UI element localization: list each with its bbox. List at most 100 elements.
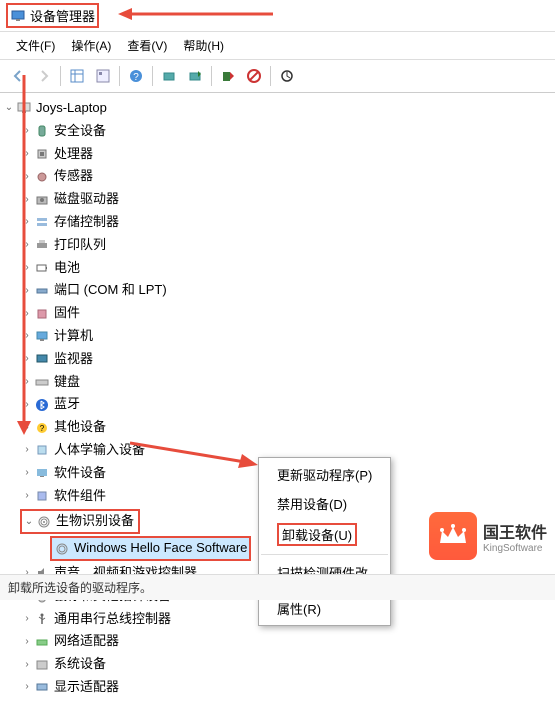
tree-category[interactable]: › 键盘: [2, 371, 553, 394]
menu-action[interactable]: 操作(A): [63, 34, 119, 57]
sysdev-icon: [34, 657, 50, 673]
device-manager-icon: [10, 8, 26, 24]
expander-icon[interactable]: ›: [20, 192, 34, 208]
category-label: 显示适配器: [54, 677, 119, 698]
menu-view[interactable]: 查看(V): [119, 34, 175, 57]
expander-icon[interactable]: ›: [20, 374, 34, 390]
tree-category[interactable]: ›? 其他设备: [2, 416, 553, 439]
expander-icon[interactable]: ⌄: [22, 514, 36, 530]
monitor-icon: [34, 328, 50, 344]
category-label: 系统设备: [54, 654, 106, 675]
category-label: 网络适配器: [54, 631, 119, 652]
gpu-icon: [34, 679, 50, 695]
tree-category[interactable]: ›计算机: [2, 325, 553, 348]
category-label: 安全设备: [54, 121, 106, 142]
expander-icon[interactable]: ›: [20, 306, 34, 322]
expander-icon[interactable]: ›: [20, 283, 34, 299]
context-update-driver[interactable]: 更新驱动程序(P): [259, 460, 390, 489]
watermark-text: 国王软件: [483, 519, 547, 543]
expander-icon[interactable]: ›: [20, 123, 34, 139]
root-label: Joys-Laptop: [36, 98, 107, 119]
category-label: 电池: [54, 258, 80, 279]
expander-icon[interactable]: ›: [20, 328, 34, 344]
category-label: 软件组件: [54, 486, 106, 507]
tree-category[interactable]: › 蓝牙: [2, 393, 553, 416]
expander-icon[interactable]: ›: [20, 657, 34, 673]
tree-category[interactable]: › 磁盘驱动器: [2, 188, 553, 211]
svg-text:?: ?: [40, 424, 45, 433]
title-highlight: 设备管理器: [6, 3, 99, 28]
context-uninstall-device[interactable]: 卸载设备(U): [259, 518, 390, 551]
options-button[interactable]: [275, 64, 299, 88]
expander-icon[interactable]: ›: [20, 260, 34, 276]
expander-icon[interactable]: ›: [20, 442, 34, 458]
tree-category[interactable]: ›传感器: [2, 165, 553, 188]
category-label: 处理器: [54, 144, 93, 165]
scan-button[interactable]: [157, 64, 181, 88]
softcomp-icon: [34, 488, 50, 504]
detail-view-icon[interactable]: [65, 64, 89, 88]
category-label: 其他设备: [54, 417, 106, 438]
tree-category[interactable]: › 端口 (COM 和 LPT): [2, 279, 553, 302]
category-label: 软件设备: [54, 463, 106, 484]
menu-file[interactable]: 文件(F): [8, 34, 63, 57]
uninstall-button[interactable]: [216, 64, 240, 88]
tree-category[interactable]: › 存储控制器: [2, 211, 553, 234]
category-label: 人体学输入设备: [54, 440, 145, 461]
titlebar: 设备管理器: [0, 0, 555, 32]
softdev-icon: [34, 465, 50, 481]
sensor-icon: [34, 169, 50, 185]
category-label: 端口 (COM 和 LPT): [54, 280, 167, 301]
biometric-label: 生物识别设备: [56, 511, 134, 532]
expander-icon[interactable]: ›: [20, 611, 34, 627]
expander-icon[interactable]: ⌄: [2, 100, 16, 116]
menubar: 文件(F) 操作(A) 查看(V) 帮助(H): [0, 32, 555, 60]
expander-icon[interactable]: ›: [20, 351, 34, 367]
hid-icon: [34, 442, 50, 458]
expander-icon[interactable]: ›: [20, 214, 34, 230]
window-title: 设备管理器: [30, 6, 95, 25]
category-label: 键盘: [54, 372, 80, 393]
category-label: 存储控制器: [54, 212, 119, 233]
printer-icon: [34, 237, 50, 253]
back-button[interactable]: [6, 64, 30, 88]
expander-icon[interactable]: ›: [20, 679, 34, 695]
cpu-icon: [34, 146, 50, 162]
expander-icon[interactable]: ›: [20, 169, 34, 185]
expander-icon[interactable]: ›: [20, 397, 34, 413]
disable-button[interactable]: [242, 64, 266, 88]
category-label: 蓝牙: [54, 394, 80, 415]
expander-icon[interactable]: ›: [20, 488, 34, 504]
port-icon: [34, 283, 50, 299]
update-button[interactable]: [183, 64, 207, 88]
bluetooth-icon: [34, 397, 50, 413]
tree-root[interactable]: ⌄ Joys-Laptop: [2, 97, 553, 120]
expander-icon[interactable]: ›: [20, 146, 34, 162]
display-icon: [34, 351, 50, 367]
tree-category[interactable]: ›监视器: [2, 348, 553, 371]
forward-button[interactable]: [32, 64, 56, 88]
tree-category[interactable]: ›打印队列: [2, 234, 553, 257]
keyboard-icon: [34, 374, 50, 390]
disk-icon: [34, 192, 50, 208]
context-disable-device[interactable]: 禁用设备(D): [259, 489, 390, 518]
tree-category[interactable]: › 显示适配器: [2, 676, 553, 699]
tree-category[interactable]: › 处理器: [2, 143, 553, 166]
tree-category[interactable]: › 安全设备: [2, 120, 553, 143]
properties-button[interactable]: [91, 64, 115, 88]
category-label: 通用串行总线控制器: [54, 609, 171, 630]
expander-icon[interactable]: ›: [20, 420, 34, 436]
tree-category[interactable]: › 系统设备: [2, 653, 553, 676]
expander-icon[interactable]: ›: [20, 465, 34, 481]
svg-text:?: ?: [133, 72, 139, 83]
tree-category[interactable]: ›固件: [2, 302, 553, 325]
category-label: 磁盘驱动器: [54, 189, 119, 210]
expander-icon[interactable]: ›: [20, 634, 34, 650]
watermark-sub: KingSoftware: [483, 543, 547, 554]
network-icon: [34, 634, 50, 650]
expander-icon[interactable]: ›: [20, 237, 34, 253]
menu-help[interactable]: 帮助(H): [175, 34, 232, 57]
tree-category[interactable]: › 网络适配器: [2, 630, 553, 653]
tree-category[interactable]: › 电池: [2, 257, 553, 280]
help-button[interactable]: ?: [124, 64, 148, 88]
